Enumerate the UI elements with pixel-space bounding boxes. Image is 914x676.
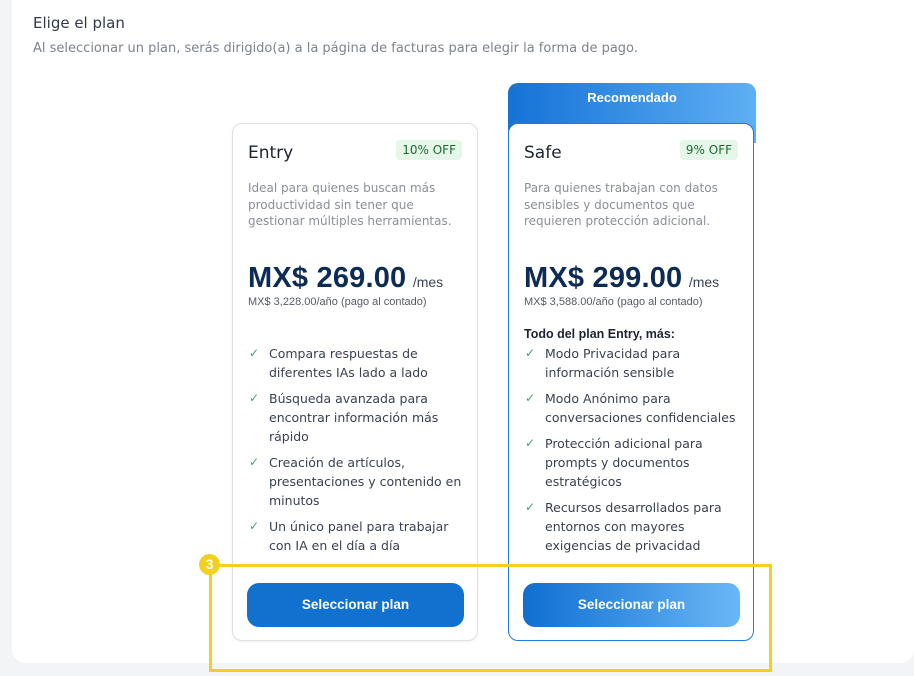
feature-item: ✓ Compara respuestas de diferentes IAs la… — [246, 344, 468, 382]
feature-item: ✓ Modo Privacidad para información sensib… — [522, 344, 744, 382]
price-amount: MX$ 269.00 — [248, 262, 407, 294]
feature-item: ✓ Búsqueda avanzada para encontrar inform… — [246, 389, 468, 446]
feature-text: Modo Privacidad para información sensibl… — [545, 346, 681, 380]
feature-item: ✓ Modo Anónimo para conversaciones confid… — [522, 389, 744, 427]
check-icon: ✓ — [525, 346, 536, 360]
check-icon: ✓ — [249, 455, 260, 469]
feature-list: ✓ Compara respuestas de diferentes IAs la… — [246, 344, 468, 562]
feature-text: Compara respuestas de diferentes IAs lad… — [269, 346, 428, 380]
feature-item: ✓ Un único panel para trabajar con IA en … — [246, 517, 468, 555]
check-icon: ✓ — [249, 391, 260, 405]
plan-price: MX$ 269.00 /mes — [248, 262, 443, 295]
feature-text: Un único panel para trabajar con IA en e… — [269, 519, 449, 553]
price-period: /mes — [412, 274, 444, 290]
page-title: Elige el plan — [33, 14, 125, 32]
plan-name: Safe — [524, 143, 562, 163]
plan-price: MX$ 299.00 /mes — [524, 262, 719, 295]
feature-text: Búsqueda avanzada para encontrar informa… — [269, 391, 439, 444]
step-number-badge: 3 — [199, 554, 220, 575]
price-amount: MX$ 299.00 — [524, 262, 683, 294]
feature-item: ✓ Creación de artículos, presentaciones y… — [246, 453, 468, 510]
plan-description: Para quienes trabajan con datos sensible… — [524, 181, 718, 228]
feature-text: Modo Anónimo para conversaciones confide… — [545, 391, 736, 425]
price-period: /mes — [688, 274, 720, 290]
feature-text: Recursos desarrollados para entornos con… — [545, 500, 722, 553]
annual-price: MX$ 3,588.00/año (pago al contado) — [524, 296, 703, 308]
discount-badge: 10% OFF — [396, 140, 462, 160]
feature-text: Creación de artículos, presentaciones y … — [269, 455, 462, 508]
check-icon: ✓ — [525, 500, 536, 514]
check-icon: ✓ — [525, 391, 536, 405]
annual-price: MX$ 3,228.00/año (pago al contado) — [248, 296, 427, 308]
feature-text: Protección adicional para prompts y docu… — [545, 436, 703, 489]
plan-name: Entry — [248, 143, 294, 163]
feature-list: ✓ Modo Privacidad para información sensib… — [522, 344, 744, 562]
check-icon: ✓ — [249, 346, 260, 360]
check-icon: ✓ — [249, 519, 260, 533]
page-subtitle: Al seleccionar un plan, serás dirigido(a… — [33, 41, 638, 56]
feature-item: ✓ Recursos desarrollados para entornos co… — [522, 498, 744, 555]
feature-item: ✓ Protección adicional para prompts y doc… — [522, 434, 744, 491]
check-icon: ✓ — [525, 436, 536, 450]
step-highlight-box — [209, 564, 772, 672]
plan-description: Ideal para quienes buscan más productivi… — [248, 181, 452, 228]
discount-badge: 9% OFF — [679, 140, 738, 160]
features-heading: Todo del plan Entry, más: — [524, 327, 675, 341]
